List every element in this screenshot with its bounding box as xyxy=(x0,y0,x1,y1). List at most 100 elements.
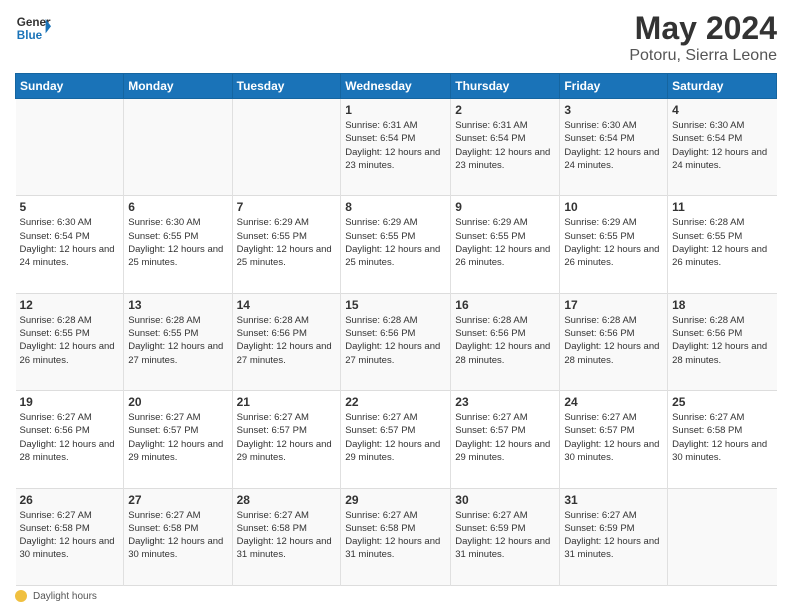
day-number: 8 xyxy=(345,200,446,214)
day-info: Sunrise: 6:31 AM Sunset: 6:54 PM Dayligh… xyxy=(455,119,555,172)
calendar-cell: 17Sunrise: 6:28 AM Sunset: 6:56 PM Dayli… xyxy=(560,293,668,390)
day-info: Sunrise: 6:27 AM Sunset: 6:57 PM Dayligh… xyxy=(128,411,227,464)
day-number: 18 xyxy=(672,298,772,312)
calendar-cell: 4Sunrise: 6:30 AM Sunset: 6:54 PM Daylig… xyxy=(668,99,777,196)
day-number: 29 xyxy=(345,493,446,507)
svg-text:Blue: Blue xyxy=(17,29,43,42)
calendar-week-row: 5 Sunrise: 6:30 AM Sunset: 6:54 PM Daylig… xyxy=(16,196,777,293)
day-number: 13 xyxy=(128,298,227,312)
day-number: 23 xyxy=(455,395,555,409)
daylight-icon xyxy=(15,590,27,602)
day-number: 30 xyxy=(455,493,555,507)
calendar-cell: 23 Sunrise: 6:27 AM Sunset: 6:57 PM Dayli… xyxy=(451,391,560,488)
calendar-cell: 16 Sunrise: 6:28 AM Sunset: 6:56 PM Dayli… xyxy=(451,293,560,390)
calendar-week-row: 12Sunrise: 6:28 AM Sunset: 6:55 PM Dayli… xyxy=(16,293,777,390)
day-number: 10 xyxy=(564,200,663,214)
calendar-week-row: 19 Sunrise: 6:27 AM Sunset: 6:56 PM Dayli… xyxy=(16,391,777,488)
day-number: 14 xyxy=(237,298,337,312)
day-number: 16 xyxy=(455,298,555,312)
calendar-cell: 18 Sunrise: 6:28 AM Sunset: 6:56 PM Dayli… xyxy=(668,293,777,390)
calendar-cell: 14 Sunrise: 6:28 AM Sunset: 6:56 PM Dayli… xyxy=(232,293,341,390)
calendar-cell: 11 Sunrise: 6:28 AM Sunset: 6:55 PM Dayli… xyxy=(668,196,777,293)
calendar-cell: 27 Sunrise: 6:27 AM Sunset: 6:58 PM Dayli… xyxy=(124,488,232,585)
calendar-cell xyxy=(232,99,341,196)
calendar-cell xyxy=(668,488,777,585)
calendar-cell: 9Sunrise: 6:29 AM Sunset: 6:55 PM Daylig… xyxy=(451,196,560,293)
weekday-header: Sunday xyxy=(16,74,124,99)
day-number: 25 xyxy=(672,395,772,409)
calendar-cell: 25 Sunrise: 6:27 AM Sunset: 6:58 PM Dayli… xyxy=(668,391,777,488)
logo: General Blue xyxy=(15,10,51,46)
day-info: Sunrise: 6:28 AM Sunset: 6:56 PM Dayligh… xyxy=(672,314,772,367)
calendar-cell: 10 Sunrise: 6:29 AM Sunset: 6:55 PM Dayli… xyxy=(560,196,668,293)
day-number: 19 xyxy=(20,395,120,409)
calendar-cell: 20 Sunrise: 6:27 AM Sunset: 6:57 PM Dayli… xyxy=(124,391,232,488)
day-number: 15 xyxy=(345,298,446,312)
day-info: Sunrise: 6:27 AM Sunset: 6:58 PM Dayligh… xyxy=(345,509,446,562)
subtitle: Potoru, Sierra Leone xyxy=(629,47,777,65)
calendar-cell: 8 Sunrise: 6:29 AM Sunset: 6:55 PM Daylig… xyxy=(341,196,451,293)
calendar-cell: 29 Sunrise: 6:27 AM Sunset: 6:58 PM Dayli… xyxy=(341,488,451,585)
weekday-header: Thursday xyxy=(451,74,560,99)
day-info: Sunrise: 6:30 AM Sunset: 6:55 PM Dayligh… xyxy=(128,216,227,269)
calendar-cell: 22 Sunrise: 6:27 AM Sunset: 6:57 PM Dayli… xyxy=(341,391,451,488)
calendar-cell: 1Sunrise: 6:31 AM Sunset: 6:54 PM Daylig… xyxy=(341,99,451,196)
calendar-cell: 24Sunrise: 6:27 AM Sunset: 6:57 PM Dayli… xyxy=(560,391,668,488)
day-info: Sunrise: 6:30 AM Sunset: 6:54 PM Dayligh… xyxy=(20,216,120,269)
day-number: 27 xyxy=(128,493,227,507)
day-info: Sunrise: 6:27 AM Sunset: 6:59 PM Dayligh… xyxy=(564,509,663,562)
footer: Daylight hours xyxy=(15,590,777,602)
calendar-cell: 2 Sunrise: 6:31 AM Sunset: 6:54 PM Daylig… xyxy=(451,99,560,196)
calendar-cell: 19 Sunrise: 6:27 AM Sunset: 6:56 PM Dayli… xyxy=(16,391,124,488)
day-info: Sunrise: 6:29 AM Sunset: 6:55 PM Dayligh… xyxy=(564,216,663,269)
calendar-cell: 30Sunrise: 6:27 AM Sunset: 6:59 PM Dayli… xyxy=(451,488,560,585)
page: General Blue May 2024 Potoru, Sierra Leo… xyxy=(0,0,792,612)
day-number: 5 xyxy=(20,200,120,214)
day-info: Sunrise: 6:28 AM Sunset: 6:56 PM Dayligh… xyxy=(455,314,555,367)
day-number: 20 xyxy=(128,395,227,409)
day-info: Sunrise: 6:27 AM Sunset: 6:56 PM Dayligh… xyxy=(20,411,120,464)
day-info: Sunrise: 6:27 AM Sunset: 6:58 PM Dayligh… xyxy=(20,509,120,562)
day-number: 6 xyxy=(128,200,227,214)
day-info: Sunrise: 6:29 AM Sunset: 6:55 PM Dayligh… xyxy=(237,216,337,269)
weekday-header-row: SundayMondayTuesdayWednesdayThursdayFrid… xyxy=(16,74,777,99)
day-number: 2 xyxy=(455,103,555,117)
weekday-header: Saturday xyxy=(668,74,777,99)
day-info: Sunrise: 6:29 AM Sunset: 6:55 PM Dayligh… xyxy=(345,216,446,269)
day-info: Sunrise: 6:27 AM Sunset: 6:58 PM Dayligh… xyxy=(128,509,227,562)
calendar-cell: 26 Sunrise: 6:27 AM Sunset: 6:58 PM Dayli… xyxy=(16,488,124,585)
calendar-cell: 13 Sunrise: 6:28 AM Sunset: 6:55 PM Dayli… xyxy=(124,293,232,390)
weekday-header: Friday xyxy=(560,74,668,99)
day-number: 3 xyxy=(564,103,663,117)
calendar-cell: 3Sunrise: 6:30 AM Sunset: 6:54 PM Daylig… xyxy=(560,99,668,196)
day-info: Sunrise: 6:27 AM Sunset: 6:58 PM Dayligh… xyxy=(672,411,772,464)
day-info: Sunrise: 6:27 AM Sunset: 6:57 PM Dayligh… xyxy=(564,411,663,464)
calendar-cell: 28Sunrise: 6:27 AM Sunset: 6:58 PM Dayli… xyxy=(232,488,341,585)
day-info: Sunrise: 6:30 AM Sunset: 6:54 PM Dayligh… xyxy=(672,119,772,172)
day-info: Sunrise: 6:28 AM Sunset: 6:55 PM Dayligh… xyxy=(128,314,227,367)
calendar-cell: 21Sunrise: 6:27 AM Sunset: 6:57 PM Dayli… xyxy=(232,391,341,488)
day-info: Sunrise: 6:29 AM Sunset: 6:55 PM Dayligh… xyxy=(455,216,555,269)
day-number: 7 xyxy=(237,200,337,214)
weekday-header: Tuesday xyxy=(232,74,341,99)
calendar-table: SundayMondayTuesdayWednesdayThursdayFrid… xyxy=(15,73,777,586)
day-info: Sunrise: 6:27 AM Sunset: 6:58 PM Dayligh… xyxy=(237,509,337,562)
day-info: Sunrise: 6:27 AM Sunset: 6:57 PM Dayligh… xyxy=(345,411,446,464)
calendar-week-row: 1 Sunrise: 6:31 AM Sunset: 6:54 PM Daylig… xyxy=(16,99,777,196)
weekday-header: Monday xyxy=(124,74,232,99)
calendar-cell: 31 Sunrise: 6:27 AM Sunset: 6:59 PM Dayli… xyxy=(560,488,668,585)
day-number: 21 xyxy=(237,395,337,409)
day-info: Sunrise: 6:28 AM Sunset: 6:56 PM Dayligh… xyxy=(237,314,337,367)
day-number: 31 xyxy=(564,493,663,507)
calendar-cell: 7 Sunrise: 6:29 AM Sunset: 6:55 PM Daylig… xyxy=(232,196,341,293)
day-info: Sunrise: 6:27 AM Sunset: 6:57 PM Dayligh… xyxy=(455,411,555,464)
logo-icon: General Blue xyxy=(15,10,51,46)
day-number: 11 xyxy=(672,200,772,214)
calendar-cell: 12Sunrise: 6:28 AM Sunset: 6:55 PM Dayli… xyxy=(16,293,124,390)
calendar-cell: 5 Sunrise: 6:30 AM Sunset: 6:54 PM Daylig… xyxy=(16,196,124,293)
day-number: 1 xyxy=(345,103,446,117)
day-info: Sunrise: 6:28 AM Sunset: 6:55 PM Dayligh… xyxy=(672,216,772,269)
day-number: 22 xyxy=(345,395,446,409)
day-number: 26 xyxy=(20,493,120,507)
calendar-week-row: 26 Sunrise: 6:27 AM Sunset: 6:58 PM Dayli… xyxy=(16,488,777,585)
